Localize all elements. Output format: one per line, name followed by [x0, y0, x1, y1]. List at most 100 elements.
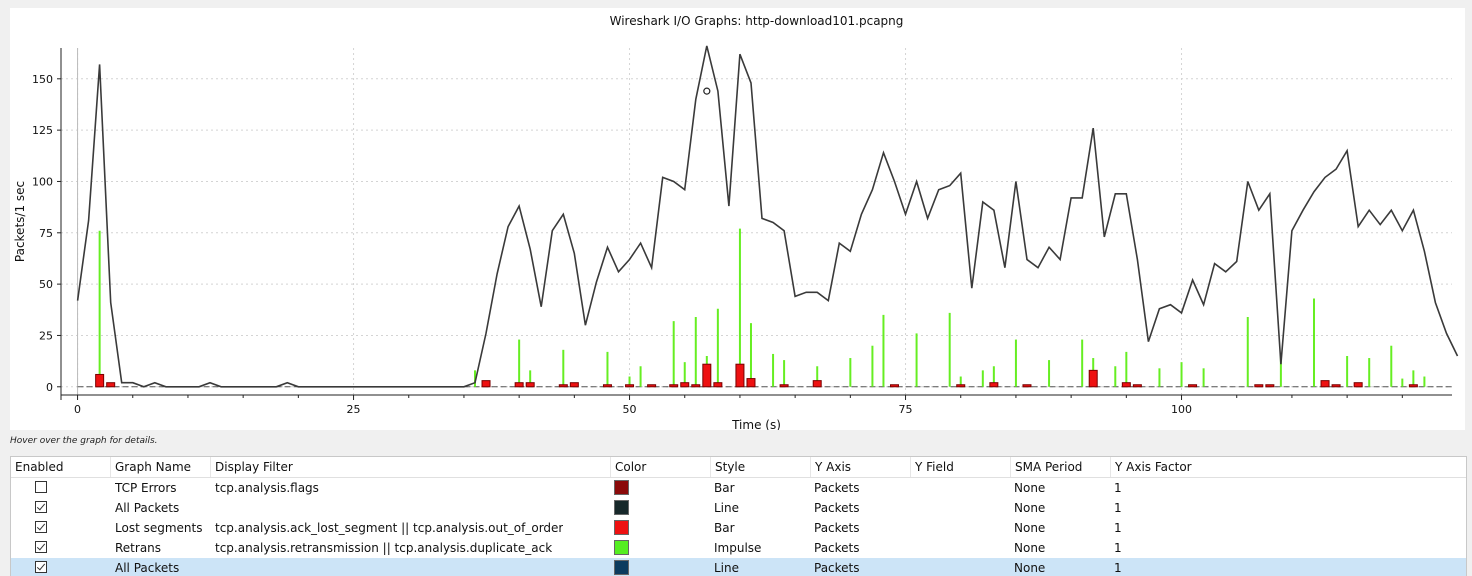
col-header-enabled[interactable]: Enabled — [11, 457, 111, 477]
sma-period-cell[interactable]: None — [1014, 558, 1045, 576]
table-row[interactable]: Retrans tcp.analysis.retransmission || tc… — [11, 538, 1466, 558]
lost-segments-bar — [713, 382, 723, 388]
col-header-display-filter[interactable]: Display Filter — [211, 457, 611, 477]
lost-segments-bar — [680, 382, 690, 388]
lost-segments-bar — [558, 384, 568, 388]
lost-segments-bar — [1408, 384, 1418, 388]
chart-title: Wireshark I/O Graphs: http-download101.p… — [610, 14, 904, 28]
sma-period-cell[interactable]: None — [1014, 498, 1045, 518]
y-axis-factor-cell[interactable]: 1 — [1114, 518, 1122, 538]
lost-segments-bar — [702, 363, 712, 388]
lost-segments-bar — [779, 384, 789, 388]
graph-name-cell[interactable]: TCP Errors — [115, 478, 177, 498]
lost-segments-bar — [889, 384, 899, 388]
lost-segments-bar — [1331, 384, 1341, 388]
table-row[interactable]: TCP Errors tcp.analysis.flags Bar Packets No… — [11, 478, 1466, 498]
table-row[interactable]: All Packets Line Packets None 1 — [11, 558, 1466, 576]
hover-hint: Hover over the graph for details. — [10, 436, 158, 446]
enabled-checkbox[interactable] — [35, 501, 47, 513]
graph-name-cell[interactable]: All Packets — [115, 558, 179, 576]
style-cell[interactable]: Line — [714, 498, 739, 518]
io-graph-area[interactable]: Wireshark I/O Graphs: http-download101.p… — [10, 8, 1465, 430]
y-axis-factor-cell[interactable]: 1 — [1114, 538, 1122, 558]
color-swatch[interactable] — [614, 560, 629, 575]
display-filter-cell[interactable]: tcp.analysis.ack_lost_segment || tcp.ana… — [215, 518, 563, 538]
y-axis-cell[interactable]: Packets — [814, 538, 860, 558]
lost-segments-bar — [989, 382, 999, 388]
lost-segments-bar — [625, 384, 635, 388]
x-tick-label: 25 — [347, 403, 361, 416]
x-axis-label: Time (s) — [731, 418, 781, 430]
lost-segments-bar — [1353, 382, 1363, 388]
table-body: TCP Errors tcp.analysis.flags Bar Packets No… — [11, 478, 1466, 576]
enabled-checkbox[interactable] — [35, 481, 47, 493]
graph-name-cell[interactable]: All Packets — [115, 498, 179, 518]
y-tick-label: 100 — [32, 175, 53, 188]
y-tick-label: 25 — [39, 329, 53, 342]
y-axis-label: Packets/1 sec — [13, 181, 27, 262]
x-tick-label: 100 — [1171, 403, 1192, 416]
style-cell[interactable]: Line — [714, 558, 739, 576]
table-header: Enabled Graph Name Display Filter Color … — [11, 457, 1466, 478]
col-header-color[interactable]: Color — [611, 457, 711, 477]
color-swatch[interactable] — [614, 540, 629, 555]
y-tick-label: 50 — [39, 278, 53, 291]
style-cell[interactable]: Bar — [714, 478, 735, 498]
lost-segments-bar — [1121, 382, 1131, 388]
y-axis-cell[interactable]: Packets — [814, 478, 860, 498]
graph-name-cell[interactable]: Retrans — [115, 538, 161, 558]
table-row[interactable]: Lost segments tcp.analysis.ack_lost_segme… — [11, 518, 1466, 538]
display-filter-cell[interactable]: tcp.analysis.retransmission || tcp.analy… — [215, 538, 552, 558]
col-header-style[interactable]: Style — [711, 457, 811, 477]
enabled-checkbox[interactable] — [35, 561, 47, 573]
style-cell[interactable]: Bar — [714, 518, 735, 538]
y-axis-factor-cell[interactable]: 1 — [1114, 478, 1122, 498]
color-swatch[interactable] — [614, 520, 629, 535]
lost-segments-bar — [735, 363, 745, 388]
x-tick-label: 0 — [74, 403, 81, 416]
y-axis-cell[interactable]: Packets — [814, 498, 860, 518]
y-axis-cell[interactable]: Packets — [814, 518, 860, 538]
graph-table[interactable]: Enabled Graph Name Display Filter Color … — [10, 456, 1467, 576]
io-graph-chart[interactable]: Wireshark I/O Graphs: http-download101.p… — [10, 8, 1465, 430]
sma-period-cell[interactable]: None — [1014, 518, 1045, 538]
lost-segments-bar — [95, 373, 105, 388]
y-tick-label: 125 — [32, 124, 53, 137]
color-swatch[interactable] — [614, 500, 629, 515]
col-header-y-axis[interactable]: Y Axis — [811, 457, 911, 477]
sma-period-cell[interactable]: None — [1014, 478, 1045, 498]
lost-segments-bar — [1265, 384, 1275, 388]
lost-segments-bar — [1254, 384, 1264, 388]
y-axis-factor-cell[interactable]: 1 — [1114, 558, 1122, 576]
lost-segments-bar — [691, 384, 701, 388]
lost-segments-bar — [647, 384, 657, 388]
x-tick-label: 50 — [623, 403, 637, 416]
lost-segments-bar — [1188, 384, 1198, 388]
lost-segments-bar — [481, 380, 491, 388]
lost-segments-bar — [746, 378, 756, 388]
style-cell[interactable]: Impulse — [714, 538, 761, 558]
y-axis-cell[interactable]: Packets — [814, 558, 860, 576]
lost-segments-bar — [812, 380, 822, 388]
enabled-checkbox[interactable] — [35, 521, 47, 533]
col-header-sma-period[interactable]: SMA Period — [1011, 457, 1111, 477]
enabled-checkbox[interactable] — [35, 541, 47, 553]
graph-name-cell[interactable]: Lost segments — [115, 518, 202, 538]
color-swatch[interactable] — [614, 480, 629, 495]
hover-marker — [703, 87, 711, 95]
y-tick-label: 150 — [32, 73, 53, 86]
table-row[interactable]: All Packets Line Packets None 1 — [11, 498, 1466, 518]
lost-segments-bar — [106, 382, 116, 388]
lost-segments-bar — [514, 382, 524, 388]
col-header-y-axis-factor[interactable]: Y Axis Factor — [1111, 457, 1466, 477]
col-header-graph-name[interactable]: Graph Name — [111, 457, 211, 477]
y-tick-label: 0 — [46, 381, 53, 394]
display-filter-cell[interactable]: tcp.analysis.flags — [215, 478, 319, 498]
lost-segments-bar — [569, 382, 579, 388]
sma-period-cell[interactable]: None — [1014, 538, 1045, 558]
col-header-y-field[interactable]: Y Field — [911, 457, 1011, 477]
lost-segments-bar — [602, 384, 612, 388]
x-tick-label: 75 — [899, 403, 913, 416]
lost-segments-bar — [1132, 384, 1142, 388]
y-axis-factor-cell[interactable]: 1 — [1114, 498, 1122, 518]
